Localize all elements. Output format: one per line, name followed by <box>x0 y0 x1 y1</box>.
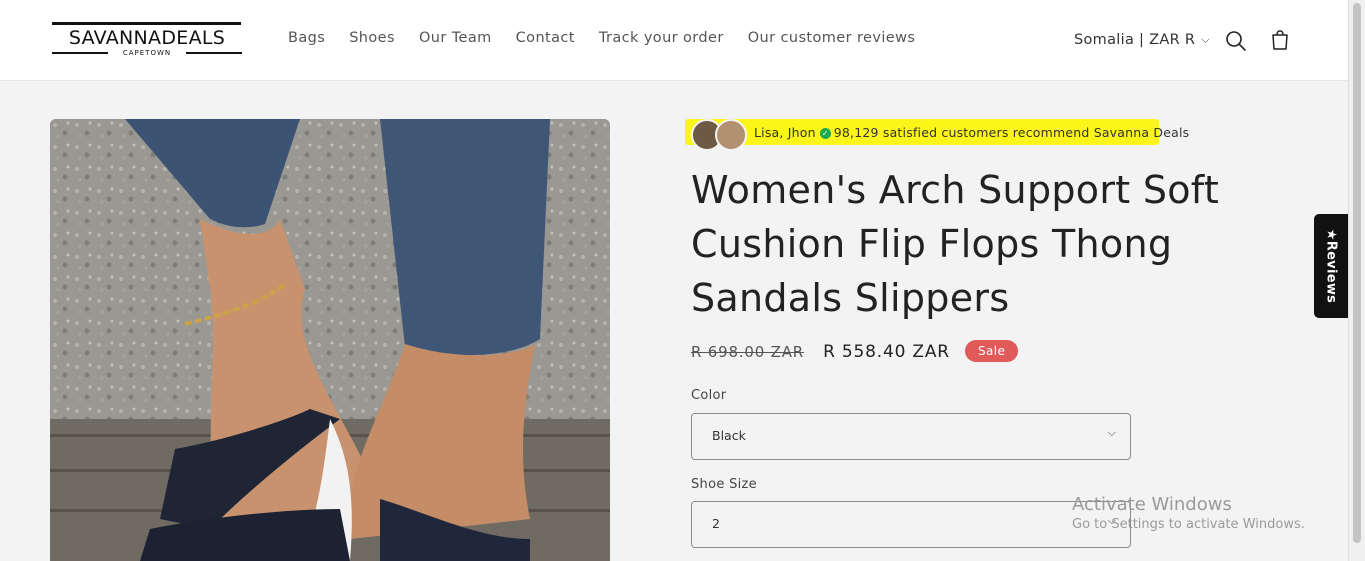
site-header: SAVANNADEALS CAPETOWN Bags Shoes Our Tea… <box>0 0 1349 81</box>
sale-badge: Sale <box>965 340 1019 362</box>
shoe-size-select[interactable]: 2 ⌵ <box>691 501 1131 548</box>
search-button[interactable] <box>1224 29 1248 53</box>
customer-avatar <box>715 119 747 151</box>
page-scrollbar[interactable] <box>1348 0 1365 561</box>
reviews-tab-label: ★Reviews <box>1323 228 1339 304</box>
color-select-value: Black <box>712 428 746 443</box>
locale-label: Somalia | ZAR R <box>1074 32 1196 48</box>
chevron-down-icon: ⌵ <box>1107 426 1116 439</box>
activate-windows-watermark: Activate Windows Go to Settings to activ… <box>1072 494 1305 532</box>
sale-price: R 558.40 ZAR <box>823 342 950 362</box>
regular-price: R 698.00 ZAR <box>691 343 805 361</box>
product-image[interactable] <box>50 119 610 561</box>
color-label: Color <box>691 388 727 403</box>
price-row: R 698.00 ZAR R 558.40 ZAR Sale <box>691 340 1019 366</box>
cart-icon <box>1272 30 1288 50</box>
logo-right-rule <box>186 52 242 54</box>
search-icon <box>1226 31 1246 51</box>
reviews-tab[interactable]: ★Reviews <box>1314 214 1348 318</box>
main-nav: Bags Shoes Our Team Contact Track your o… <box>288 30 939 50</box>
color-select[interactable]: Black ⌵ <box>691 413 1131 460</box>
scrollbar-thumb[interactable] <box>1353 3 1361 543</box>
recommend-text: 98,129 satisfied customers recommend Sav… <box>833 125 1190 140</box>
cart-button[interactable] <box>1268 28 1292 52</box>
nav-shoes[interactable]: Shoes <box>349 30 395 50</box>
shoe-size-select-value: 2 <box>712 516 720 531</box>
watermark-title: Activate Windows <box>1072 494 1232 515</box>
social-proof: Lisa, Jhon ✓ 98,129 satisfied customers re… <box>685 117 1189 151</box>
brand-logo[interactable]: SAVANNADEALS CAPETOWN <box>52 22 242 60</box>
watermark-subtitle: Go to Settings to activate Windows. <box>1072 517 1305 532</box>
shoe-size-label: Shoe Size <box>691 477 757 492</box>
nav-customer-reviews[interactable]: Our customer reviews <box>748 30 916 50</box>
product-title: Women's Arch Support Soft Cushion Flip F… <box>691 168 1220 320</box>
nav-our-team[interactable]: Our Team <box>419 30 492 50</box>
logo-top-rule <box>52 22 241 25</box>
nav-track-order[interactable]: Track your order <box>599 30 724 50</box>
customer-names: Lisa, Jhon <box>754 125 816 140</box>
chevron-down-icon: ⌵ <box>1201 33 1210 46</box>
social-proof-text: Lisa, Jhon ✓ 98,129 satisfied customers re… <box>754 125 1189 140</box>
locale-selector[interactable]: Somalia | ZAR R ⌵ <box>1074 32 1210 48</box>
verified-check-icon: ✓ <box>819 128 831 139</box>
brand-name: SAVANNADEALS <box>68 27 226 49</box>
nav-bags[interactable]: Bags <box>288 30 325 50</box>
nav-contact[interactable]: Contact <box>516 30 575 50</box>
